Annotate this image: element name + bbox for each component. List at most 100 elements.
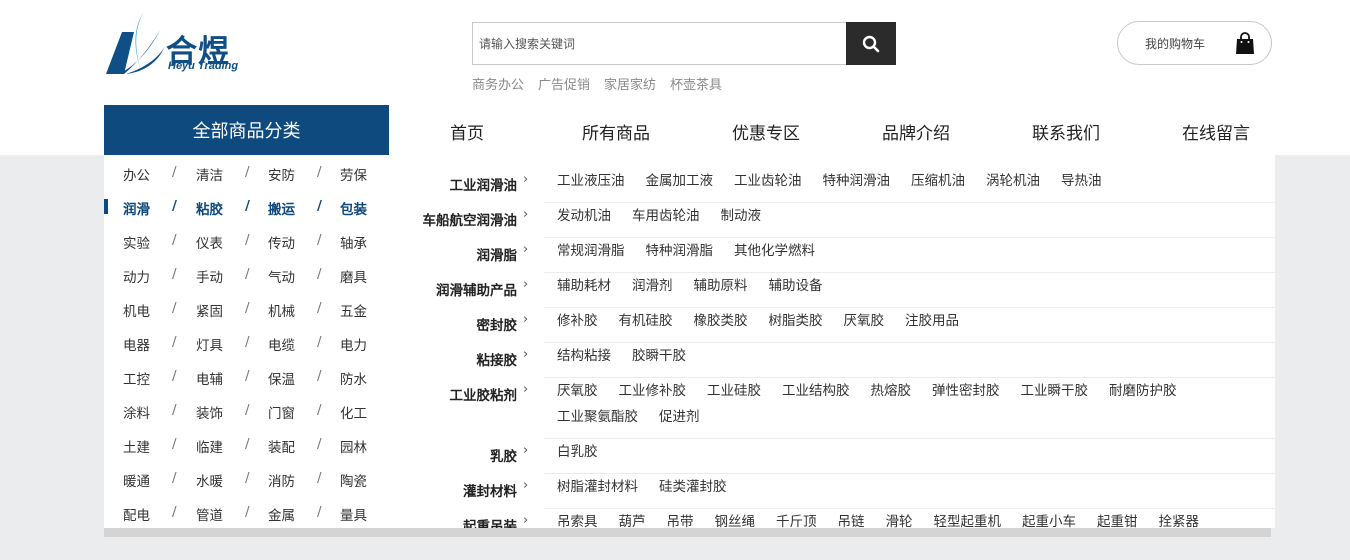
subcategory-link[interactable]: 促进剂 bbox=[659, 404, 700, 430]
subcategory-link[interactable]: 辅助原料 bbox=[694, 273, 748, 299]
search-input[interactable] bbox=[473, 23, 847, 64]
category-link[interactable]: 门窗 bbox=[268, 402, 295, 422]
subcategory-link[interactable]: 树脂灌封材料 bbox=[557, 474, 638, 500]
subcategory-title[interactable]: 灌封材料 bbox=[463, 480, 517, 500]
hot-word-link[interactable]: 广告促销 bbox=[538, 74, 590, 93]
subcategory-link[interactable]: 润滑剂 bbox=[632, 273, 673, 299]
category-link[interactable]: 劳保 bbox=[340, 164, 367, 184]
subcategory-link[interactable]: 工业结构胶 bbox=[782, 378, 850, 404]
category-link[interactable]: 电器 bbox=[123, 334, 150, 354]
category-link[interactable]: 轴承 bbox=[340, 232, 367, 252]
subcategory-link[interactable]: 树脂类胶 bbox=[769, 308, 823, 334]
nav-item[interactable]: 优惠专区 bbox=[732, 119, 800, 144]
subcategory-title[interactable]: 车船航空润滑油 bbox=[423, 209, 518, 229]
category-link[interactable]: 办公 bbox=[123, 164, 150, 184]
category-link[interactable]: 手动 bbox=[196, 266, 223, 286]
subcategory-title[interactable]: 润滑辅助产品 bbox=[436, 279, 517, 299]
category-link[interactable]: 实验 bbox=[123, 232, 150, 252]
subcategory-link[interactable]: 吊链 bbox=[838, 509, 865, 528]
subcategory-link[interactable]: 工业齿轮油 bbox=[734, 168, 802, 194]
logo[interactable]: 合煜 Heyu Trading bbox=[104, 10, 254, 76]
subcategory-link[interactable]: 拴紧器 bbox=[1159, 509, 1200, 528]
category-link[interactable]: 防水 bbox=[340, 368, 367, 388]
category-link[interactable]: 机械 bbox=[268, 300, 295, 320]
subcategory-title[interactable]: 工业胶粘剂 bbox=[450, 384, 518, 404]
subcategory-title[interactable]: 工业润滑油 bbox=[450, 174, 518, 194]
category-link[interactable]: 保温 bbox=[268, 368, 295, 388]
category-link[interactable]: 水暖 bbox=[196, 470, 223, 490]
subcategory-link[interactable]: 滑轮 bbox=[886, 509, 913, 528]
subcategory-title[interactable]: 乳胶 bbox=[490, 445, 517, 465]
category-link[interactable]: 紧固 bbox=[196, 300, 223, 320]
category-link[interactable]: 化工 bbox=[340, 402, 367, 422]
nav-item[interactable]: 所有商品 bbox=[582, 119, 650, 144]
category-link[interactable]: 五金 bbox=[340, 300, 367, 320]
subcategory-link[interactable]: 发动机油 bbox=[557, 203, 611, 229]
category-link[interactable]: 润滑 bbox=[123, 198, 150, 218]
category-link[interactable]: 工控 bbox=[123, 368, 150, 388]
category-link[interactable]: 灯具 bbox=[196, 334, 223, 354]
subcategory-title[interactable]: 密封胶 bbox=[477, 314, 518, 334]
subcategory-link[interactable]: 特种润滑油 bbox=[823, 168, 891, 194]
subcategory-link[interactable]: 车用齿轮油 bbox=[632, 203, 700, 229]
subcategory-link[interactable]: 结构粘接 bbox=[557, 343, 611, 369]
subcategory-link[interactable]: 钢丝绳 bbox=[715, 509, 756, 528]
subcategory-title[interactable]: 粘接胶 bbox=[477, 349, 518, 369]
category-link[interactable]: 仪表 bbox=[196, 232, 223, 252]
subcategory-link[interactable]: 耐磨防护胶 bbox=[1109, 378, 1177, 404]
category-link[interactable]: 量具 bbox=[340, 504, 367, 524]
subcategory-link[interactable]: 硅类灌封胶 bbox=[659, 474, 727, 500]
subcategory-link[interactable]: 工业液压油 bbox=[557, 168, 625, 194]
category-link[interactable]: 陶瓷 bbox=[340, 470, 367, 490]
category-link[interactable]: 园林 bbox=[340, 436, 367, 456]
subcategory-link[interactable]: 白乳胶 bbox=[557, 439, 598, 465]
search-button[interactable] bbox=[846, 22, 896, 65]
category-link[interactable]: 暖通 bbox=[123, 470, 150, 490]
category-link[interactable]: 搬运 bbox=[268, 198, 295, 218]
subcategory-link[interactable]: 其他化学燃料 bbox=[734, 238, 815, 264]
subcategory-title[interactable]: 起重吊装 bbox=[463, 515, 517, 528]
subcategory-link[interactable]: 弹性密封胶 bbox=[932, 378, 1000, 404]
category-link[interactable]: 传动 bbox=[268, 232, 295, 252]
category-link[interactable]: 装配 bbox=[268, 436, 295, 456]
category-link[interactable]: 粘胶 bbox=[196, 198, 223, 218]
subcategory-link[interactable]: 厌氧胶 bbox=[844, 308, 885, 334]
category-link[interactable]: 临建 bbox=[196, 436, 223, 456]
category-link[interactable]: 配电 bbox=[123, 504, 150, 524]
subcategory-link[interactable]: 工业瞬干胶 bbox=[1021, 378, 1089, 404]
subcategory-link[interactable]: 起重小车 bbox=[1022, 509, 1076, 528]
category-link[interactable]: 包装 bbox=[340, 198, 367, 218]
category-link[interactable]: 装饰 bbox=[196, 402, 223, 422]
category-link[interactable]: 电辅 bbox=[196, 368, 223, 388]
category-link[interactable]: 动力 bbox=[123, 266, 150, 286]
subcategory-link[interactable]: 厌氧胶 bbox=[557, 378, 598, 404]
nav-item[interactable]: 品牌介绍 bbox=[882, 119, 950, 144]
subcategory-link[interactable]: 注胶用品 bbox=[905, 308, 959, 334]
subcategory-link[interactable]: 工业修补胶 bbox=[619, 378, 687, 404]
subcategory-link[interactable]: 制动液 bbox=[721, 203, 762, 229]
subcategory-link[interactable]: 工业聚氨酯胶 bbox=[557, 404, 638, 430]
subcategory-link[interactable]: 轻型起重机 bbox=[934, 509, 1002, 528]
nav-item[interactable]: 在线留言 bbox=[1182, 119, 1250, 144]
cart-button[interactable]: 我的购物车 bbox=[1117, 21, 1272, 65]
category-link[interactable]: 机电 bbox=[123, 300, 150, 320]
subcategory-link[interactable]: 辅助设备 bbox=[769, 273, 823, 299]
category-link[interactable]: 气动 bbox=[268, 266, 295, 286]
horizontal-scrollbar[interactable] bbox=[104, 528, 1271, 537]
hot-word-link[interactable]: 家居家纺 bbox=[604, 74, 656, 93]
category-link[interactable]: 金属 bbox=[268, 504, 295, 524]
hot-word-link[interactable]: 商务办公 bbox=[472, 74, 524, 93]
subcategory-link[interactable]: 导热油 bbox=[1061, 168, 1102, 194]
subcategory-link[interactable]: 压缩机油 bbox=[911, 168, 965, 194]
subcategory-link[interactable]: 胶瞬干胶 bbox=[632, 343, 686, 369]
nav-item[interactable]: 联系我们 bbox=[1032, 119, 1100, 144]
subcategory-title[interactable]: 润滑脂 bbox=[477, 244, 518, 264]
subcategory-link[interactable]: 吊索具 bbox=[557, 509, 598, 528]
nav-item[interactable]: 首页 bbox=[450, 119, 484, 144]
category-link[interactable]: 消防 bbox=[268, 470, 295, 490]
category-link[interactable]: 安防 bbox=[268, 164, 295, 184]
category-link[interactable]: 电缆 bbox=[268, 334, 295, 354]
hot-word-link[interactable]: 杯壶茶具 bbox=[670, 74, 722, 93]
category-link[interactable]: 磨具 bbox=[340, 266, 367, 286]
subcategory-link[interactable]: 金属加工液 bbox=[646, 168, 714, 194]
